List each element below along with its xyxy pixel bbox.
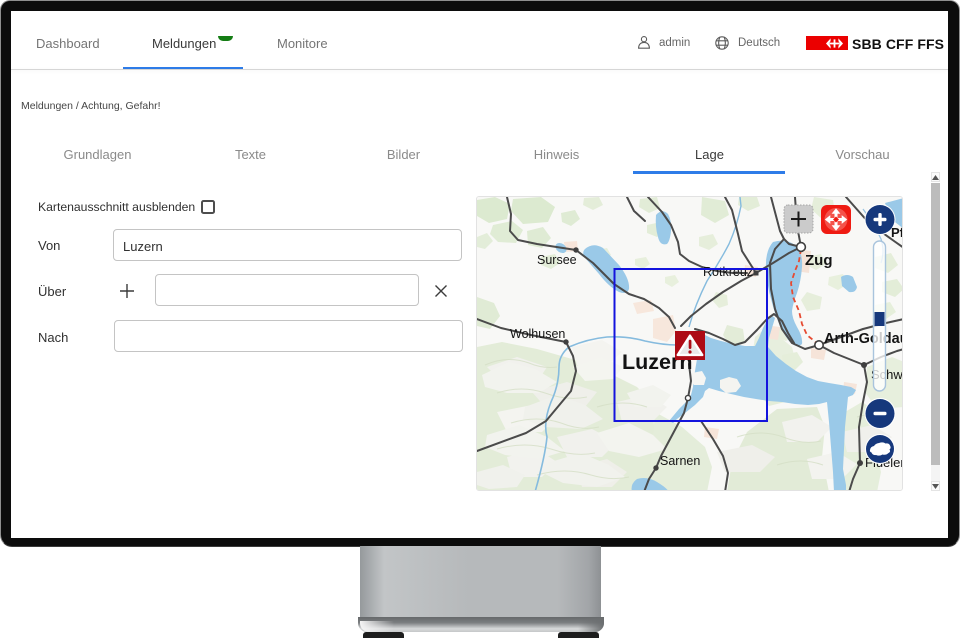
svg-text:Arth-Goldau: Arth-Goldau [824, 331, 903, 347]
svg-text:Sarnen: Sarnen [660, 454, 700, 468]
svg-text:Sursee: Sursee [537, 253, 577, 267]
svg-text:Zug: Zug [805, 252, 833, 269]
svg-text:Pf: Pf [891, 225, 903, 240]
svg-text:Rotkreuz: Rotkreuz [703, 265, 753, 279]
svg-text:Wolhusen: Wolhusen [510, 327, 565, 341]
